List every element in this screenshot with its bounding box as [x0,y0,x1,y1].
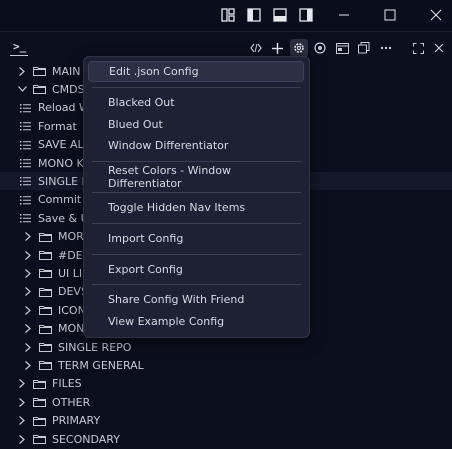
chevron-right-icon[interactable] [23,324,33,334]
close-panel-icon[interactable] [430,39,448,57]
title-separator [0,31,452,32]
list-icon [20,213,32,223]
menu-item-edit-json-config[interactable]: Edit .json Config [88,61,304,82]
chevron-right-icon[interactable] [17,397,27,407]
list-icon [20,158,32,168]
list-icon [20,195,32,205]
tree-row-label: MONO K [38,156,84,170]
chevron-down-icon[interactable] [17,84,27,94]
chevron-right-icon[interactable] [23,250,33,260]
chevron-right-icon[interactable] [17,434,27,444]
plus-icon[interactable] [268,39,286,57]
chevron-right-icon[interactable] [23,305,33,315]
tree-folder-row[interactable]: PRIMARY [0,412,452,430]
toggle-panel-icon[interactable] [270,5,290,25]
tree-row-label: MON [58,322,85,336]
toggle-layout-icon[interactable] [218,5,238,25]
maximize-panel-icon[interactable] [409,39,427,57]
tree-row-label: TERM GENERAL [58,358,144,372]
tree-row-label: SINGLE K [38,174,89,188]
chevron-right-icon[interactable] [23,342,33,352]
tree-row-label: ICON [58,303,86,317]
folder-icon [39,287,52,297]
chevron-right-icon[interactable] [23,360,33,370]
folder-icon [33,379,46,389]
code-icon[interactable] [247,39,265,57]
minimize-icon[interactable] [334,5,354,25]
tree-folder-row[interactable]: TERM GENERAL [0,356,452,374]
copy-icon[interactable] [355,39,373,57]
menu-separator [92,192,301,193]
toggle-secondary-sidebar-icon[interactable] [296,5,316,25]
context-menu: Edit .json Config Blacked Out Blued Out Win… [83,56,310,338]
menu-separator [92,222,301,224]
menu-item-view-example-config[interactable]: View Example Config [88,311,304,332]
tree-row-label: PRIMARY [52,414,101,428]
tree-folder-row[interactable]: SECONDARY [0,430,452,448]
tree-row-label: Format [38,119,77,133]
folder-icon [39,232,52,242]
title-bar [0,0,452,30]
tree-row-label: SECONDARY [52,432,120,446]
folder-icon [39,324,52,334]
menu-separator [92,86,301,88]
menu-item-blued-out[interactable]: Blued Out [88,114,304,135]
list-icon [20,176,32,186]
menu-separator [92,253,301,255]
tree-row-label: SINGLE REPO [58,340,132,354]
maximize-icon[interactable] [380,5,400,25]
menu-item-share-config-with-friend[interactable]: Share Config With Friend [88,289,304,310]
menu-separator [92,284,301,286]
menu-item-window-differentiator[interactable]: Window Differentiator [88,135,304,156]
folder-icon [39,305,52,316]
gear-icon[interactable] [290,39,308,57]
tree-folder-row[interactable]: OTHER [0,393,452,411]
tree-row-label: MAIN [52,64,81,78]
folder-icon [39,250,52,260]
menu-item-toggle-hidden-nav-items[interactable]: Toggle Hidden Nav Items [88,197,304,218]
tree-row-label: SAVE ALL [38,138,90,152]
palette-icon[interactable] [311,39,329,57]
folder-icon [39,268,52,279]
tree-folder-row[interactable]: SINGLE REPO [0,338,452,356]
tree-row-label: Save & U [38,211,89,225]
tree-folder-row[interactable]: FILES [0,375,452,393]
chevron-right-icon[interactable] [23,287,33,297]
folder-icon [33,66,46,76]
tree-row-label: CMDS [52,82,85,96]
terminal-tab-underline [10,55,28,56]
folder-icon [33,434,46,444]
chevron-right-icon[interactable] [17,379,27,389]
list-icon [20,103,32,113]
tree-row-label: OTHER [52,395,91,409]
list-icon [20,121,32,131]
webview-icon[interactable] [333,39,351,57]
chevron-right-icon[interactable] [23,232,33,242]
toggle-primary-sidebar-icon[interactable] [244,5,264,25]
close-icon[interactable] [426,5,446,25]
chevron-right-icon[interactable] [17,416,27,426]
folder-icon [33,397,46,408]
menu-separator [92,161,301,163]
chevron-right-icon[interactable] [23,268,33,278]
menu-item-reset-colors-window-differentiator[interactable]: Reset Colors - Window Differentiator [88,164,304,190]
tree-row-label: FILES [52,377,82,391]
menu-item-blacked-out[interactable]: Blacked Out [88,92,304,113]
list-icon [20,140,32,150]
folder-icon [33,416,46,426]
folder-icon [39,342,52,352]
menu-item-import-config[interactable]: Import Config [88,228,304,249]
folder-icon [33,84,46,95]
chevron-right-icon[interactable] [17,66,27,76]
terminal-icon[interactable]: >_ [13,40,26,53]
more-icon[interactable] [377,39,395,57]
folder-icon [39,360,52,371]
menu-item-export-config[interactable]: Export Config [88,259,304,280]
